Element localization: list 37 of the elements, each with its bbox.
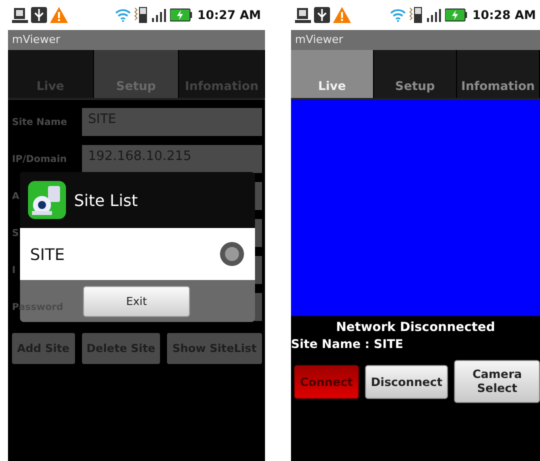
site-name-label: Site Name : SITE [291, 336, 404, 351]
site-list-item[interactable]: SITE [20, 228, 255, 280]
tab[interactable]: Live [291, 50, 374, 98]
dialog-title: Site List [74, 190, 138, 210]
usb-icon [314, 7, 330, 23]
connection-status: Network Disconnected [334, 318, 496, 334]
camera-select-button[interactable]: Camera Select [454, 360, 540, 403]
wifi-icon [390, 8, 406, 22]
warning-icon [333, 7, 351, 23]
battery-charging-icon [170, 8, 192, 22]
radio-button[interactable] [219, 241, 245, 267]
field-label: A [12, 190, 20, 202]
action-button[interactable]: Disconnect [364, 364, 448, 398]
warning-icon [50, 7, 68, 23]
field-label: Site Name [12, 116, 68, 128]
notification-icon [12, 7, 28, 23]
phone-icon [409, 6, 424, 24]
field-label: IP/Domain [12, 154, 68, 164]
field-label: I [12, 264, 17, 276]
signal-icon [151, 8, 168, 22]
battery-charging-icon [445, 8, 468, 22]
clock: 10:28 AM [472, 8, 536, 22]
clock: 10:27 AM [197, 8, 261, 22]
notification-icon [295, 7, 311, 23]
action-button[interactable]: Connect [294, 364, 359, 398]
tab[interactable]: Setup [374, 50, 457, 98]
phone-icon [134, 6, 148, 24]
wifi-icon [115, 8, 132, 22]
app-title: mViewer [291, 30, 540, 50]
field-label: S [12, 228, 20, 238]
exit-button[interactable]: Exit [83, 286, 190, 316]
camera-app-icon [28, 181, 66, 219]
signal-icon [426, 8, 442, 22]
app-title: mViewer [8, 30, 265, 50]
usb-icon [31, 7, 47, 23]
tab[interactable]: Infomation [457, 50, 540, 98]
site-name: SITE [30, 244, 65, 264]
